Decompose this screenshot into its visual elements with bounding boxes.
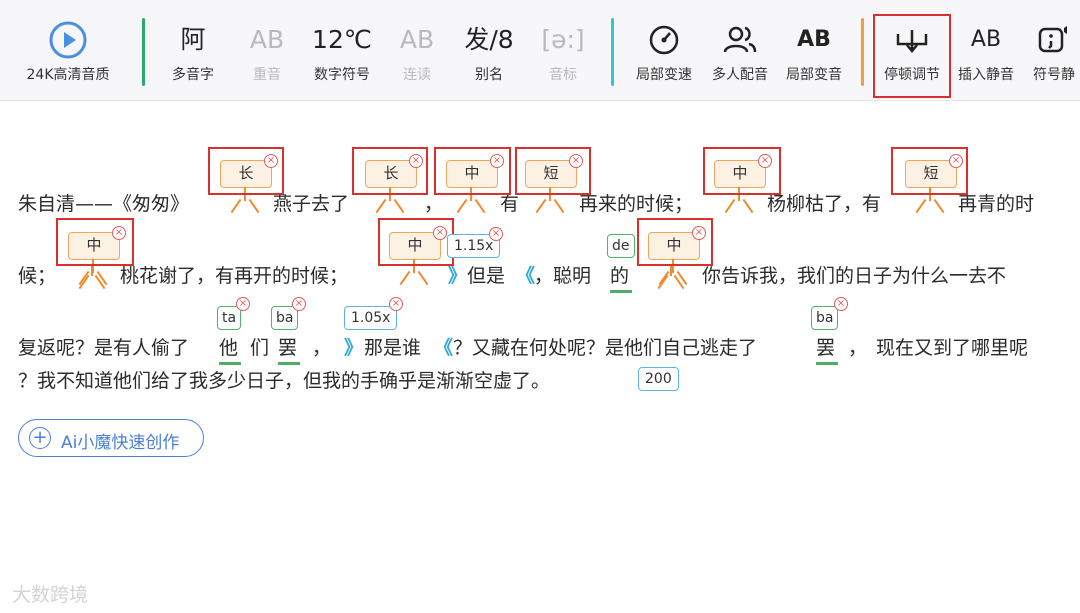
- text-segment: 朱自清——《匆匆》: [18, 193, 190, 215]
- local-voice-change-label: 局部变音: [786, 67, 842, 83]
- polyphone-underline: [610, 290, 632, 293]
- pinyin-badge[interactable]: ba: [811, 306, 839, 330]
- multi-voice-button[interactable]: 多人配音: [704, 0, 776, 100]
- number-symbol-icon: 12℃: [312, 25, 372, 54]
- polyphone-word[interactable]: 的: [610, 263, 629, 289]
- pinyin-badge[interactable]: de: [607, 234, 635, 258]
- liaison-button[interactable]: AB 连读: [386, 0, 448, 100]
- insert-silence-icon: AB: [970, 27, 1002, 52]
- number-symbol-button[interactable]: 12℃ 数字符号: [306, 0, 378, 100]
- close-icon[interactable]: ×: [834, 297, 848, 311]
- text-line-4: ？我不知道他们给了我多少日子，但我的手确乎是渐渐空虚了。: [18, 370, 551, 392]
- text-segment: ？又藏在何处呢？是他们自己逃走了: [453, 337, 758, 359]
- stress-button[interactable]: AB 重音: [236, 0, 298, 100]
- speed-start-marker[interactable]: 》: [344, 335, 363, 361]
- polyphone-underline: [816, 362, 838, 365]
- pause-highlight: [891, 147, 968, 195]
- text-segment: 再青的时: [958, 193, 1035, 215]
- multi-voice-label: 多人配音: [712, 67, 768, 83]
- polyphone-icon: 阿: [180, 25, 206, 54]
- toolbar: 24K高清音质 阿 多音字 AB 重音 12℃ 数字符号 AB 连读 发/8 别…: [0, 0, 1080, 101]
- liaison-icon: AB: [399, 25, 435, 54]
- pause-highlight: [515, 147, 591, 195]
- text-segment: 再来的时候；: [579, 193, 694, 215]
- pause-figure-icon[interactable]: [77, 266, 107, 292]
- pause-figure-icon[interactable]: [656, 266, 686, 292]
- local-voice-change-button[interactable]: AB 局部变音: [778, 0, 850, 100]
- multi-voice-icon: [704, 20, 776, 60]
- quality-label: 24K高清音质: [26, 67, 110, 83]
- insert-silence-button[interactable]: AB 插入静音: [952, 0, 1020, 100]
- pause-highlight: [637, 218, 713, 266]
- pause-adjust-highlight: [873, 14, 951, 98]
- polyphone-word[interactable]: 他: [219, 335, 238, 361]
- text-segment: 杨柳枯了，有: [767, 193, 882, 215]
- separator: [611, 18, 614, 86]
- text-segment: 现在又到了哪里呢: [876, 337, 1029, 359]
- text-segment: 你告诉我，我们的日子为什么一去不: [702, 265, 1007, 287]
- stress-label: 重音: [253, 67, 281, 83]
- phonetic-icon: [ə:]: [541, 25, 585, 54]
- text-segment: ，: [312, 337, 332, 359]
- pause-highlight: [434, 147, 511, 195]
- alias-button[interactable]: 发/8 别名: [458, 0, 520, 100]
- symbol-silence-icon: [1024, 20, 1080, 60]
- text-segment: 们: [250, 337, 270, 359]
- polyphone-underline: [219, 362, 241, 365]
- ai-create-label: Ai小魔快速创作: [61, 433, 180, 453]
- number-symbol-label: 数字符号: [314, 67, 370, 83]
- silence-duration-badge[interactable]: 200: [638, 367, 679, 391]
- phonetic-label: 音标: [549, 67, 577, 83]
- stress-icon: AB: [249, 25, 285, 54]
- alias-icon: 发/8: [464, 25, 514, 54]
- text-line-1: 朱自清——《匆匆》: [18, 191, 189, 217]
- pause-highlight: [56, 218, 134, 266]
- quality-button[interactable]: 24K高清音质: [12, 0, 124, 100]
- polyphone-word[interactable]: 罢: [278, 335, 297, 361]
- play-circle-icon: [12, 20, 124, 60]
- separator: [142, 18, 145, 86]
- text-segment: ，: [848, 337, 868, 359]
- local-speed-label: 局部变速: [636, 67, 692, 83]
- text-line-3: 复返呢？是有人偷了: [18, 337, 190, 359]
- pause-highlight: [703, 147, 781, 195]
- text-segment: 桃花谢了，有再开的时候；: [120, 265, 349, 287]
- text-segment: 但是: [467, 265, 506, 287]
- pause-highlight: [378, 218, 454, 266]
- separator: [861, 18, 864, 86]
- close-icon[interactable]: ×: [389, 297, 403, 311]
- symbol-silence-label: 符号静: [1033, 67, 1075, 83]
- local-speed-button[interactable]: 局部变速: [628, 0, 700, 100]
- speed-end-marker[interactable]: 《: [516, 263, 535, 289]
- watermark: 大数跨境: [12, 584, 89, 606]
- liaison-label: 连读: [403, 67, 431, 83]
- close-icon[interactable]: ×: [236, 297, 250, 311]
- pinyin-badge[interactable]: ta: [217, 306, 242, 330]
- gauge-icon: [628, 20, 700, 60]
- voice-change-icon: AB: [797, 27, 831, 52]
- speed-badge[interactable]: 1.05x: [344, 306, 398, 330]
- text-segment: ，聪明: [534, 265, 592, 287]
- ai-create-button[interactable]: + Ai小魔快速创作: [18, 419, 204, 457]
- phonetic-button[interactable]: [ə:] 音标: [532, 0, 594, 100]
- symbol-silence-button[interactable]: 符号静: [1024, 0, 1080, 100]
- insert-silence-label: 插入静音: [958, 67, 1014, 83]
- close-icon[interactable]: ×: [489, 227, 503, 241]
- polyphone-button[interactable]: 阿 多音字: [160, 0, 226, 100]
- speed-end-marker[interactable]: 《: [434, 335, 453, 361]
- polyphone-word[interactable]: 罢: [816, 335, 835, 361]
- text-line-2: 候；: [18, 265, 57, 287]
- text-segment: 那是谁: [364, 337, 422, 359]
- polyphone-underline: [278, 362, 300, 365]
- text-segment: 燕子去了: [273, 193, 350, 215]
- pause-highlight: [352, 147, 428, 195]
- polyphone-label: 多音字: [172, 67, 214, 83]
- alias-label: 别名: [475, 67, 503, 83]
- close-icon[interactable]: ×: [292, 297, 306, 311]
- plus-icon: +: [29, 427, 51, 449]
- speed-start-marker[interactable]: 》: [448, 263, 467, 289]
- pause-highlight: [208, 147, 284, 195]
